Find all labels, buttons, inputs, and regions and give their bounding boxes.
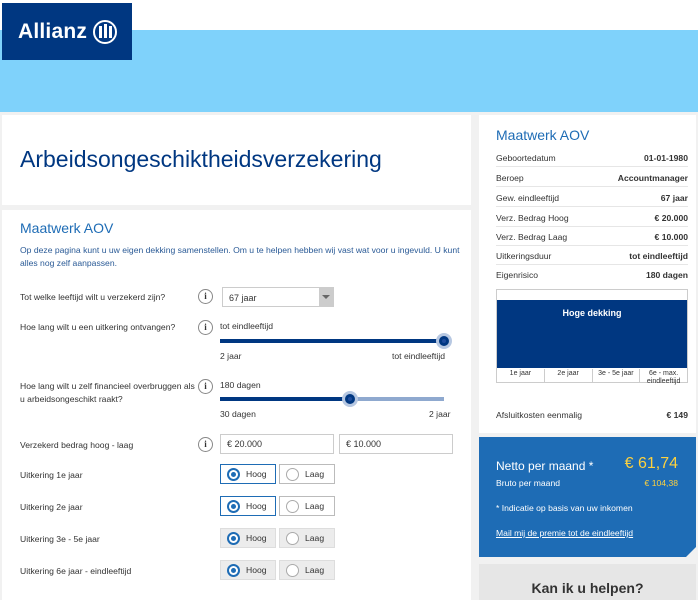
amount-high-input[interactable]: € 20.000 <box>220 434 334 454</box>
summary-row: Beroep Accountmanager <box>496 169 688 187</box>
payout-2-low-option[interactable]: Laag <box>279 496 335 516</box>
page-title: Arbeidsongeschiktheidsverzekering <box>20 146 382 172</box>
benefit-duration-max: tot eindleeftijd <box>392 351 446 361</box>
radio-icon <box>286 563 299 577</box>
payout-label: Uitkering 6e jaar - eindleeftijd <box>20 566 132 576</box>
benefit-duration-handle[interactable] <box>436 333 452 349</box>
coverage-label: Hoge dekking <box>562 308 622 318</box>
corner-fold <box>686 547 696 557</box>
age-select-value: 67 jaar <box>229 293 257 303</box>
info-icon[interactable]: i <box>198 320 213 335</box>
configurator-panel: Maatwerk AOV Op deze pagina kunt u uw ei… <box>2 210 471 600</box>
help-title: Kan ik u helpen? <box>531 580 644 596</box>
coverage-chart: Hoge dekking 1e jaar 2e jaar 3e - 5e jaa… <box>496 289 688 385</box>
net-premium-label: Netto per maand * <box>496 459 594 473</box>
gross-premium-value: € 104,38 <box>644 478 678 488</box>
radio-icon <box>286 467 299 481</box>
waiting-period-max: 2 jaar <box>429 409 451 419</box>
amount-low-input[interactable]: € 10.000 <box>339 434 453 454</box>
summary-row: Verz. Bedrag Laag € 10.000 <box>496 228 688 246</box>
option-label: Laag <box>305 501 325 511</box>
premium-note: * Indicatie op basis van uw inkomen <box>496 503 633 513</box>
age-select[interactable]: 67 jaar <box>222 287 334 307</box>
info-icon[interactable]: i <box>198 379 213 394</box>
help-panel[interactable]: Kan ik u helpen? <box>479 564 696 600</box>
summary-row: Geboortedatum 01-01-1980 <box>496 149 688 167</box>
payout-1-low-option[interactable]: Laag <box>279 464 335 484</box>
option-label: Laag <box>305 533 325 543</box>
payout-2-high-option[interactable]: Hoog <box>220 496 276 516</box>
mail-premium-link[interactable]: Mail mij de premie tot de eindleeftijd <box>496 528 633 538</box>
logo-text: Allianz <box>18 19 88 43</box>
payout-label: Uitkering 1e jaar <box>20 470 83 480</box>
payout-4-high-option: Hoog <box>220 560 276 580</box>
radio-icon <box>286 499 299 513</box>
payout-label: Uitkering 2e jaar <box>20 502 83 512</box>
premium-panel: Netto per maand * € 61,74 Bruto per maan… <box>479 437 696 557</box>
intro-text: Op deze pagina kunt u uw eigen dekking s… <box>20 245 460 268</box>
allianz-logo[interactable]: Allianz <box>2 3 132 60</box>
summary-row: Verz. Bedrag Hoog € 20.000 <box>496 209 688 227</box>
closing-cost-value: € 149 <box>666 410 688 420</box>
radio-icon <box>227 467 240 481</box>
payout-3-low-option: Laag <box>279 528 335 548</box>
waiting-period-label: Hoe lang wilt u zelf financieel overbrug… <box>20 381 195 404</box>
waiting-period-fill <box>220 397 350 401</box>
radio-icon <box>286 531 299 545</box>
payout-label: Uitkering 3e - 5e jaar <box>20 534 100 544</box>
summary-panel: Maatwerk AOV Geboortedatum 01-01-1980 Ber… <box>479 115 696 433</box>
option-label: Laag <box>305 565 325 575</box>
period-label: 6e - max. eindleeftijd <box>639 369 687 385</box>
payout-1-high-option[interactable]: Hoog <box>220 464 276 484</box>
summary-row: Uitkeringsduur tot eindleeftijd <box>496 247 688 265</box>
waiting-period-handle[interactable] <box>342 391 358 407</box>
info-icon[interactable]: i <box>198 289 213 304</box>
section-title: Maatwerk AOV <box>20 220 114 236</box>
period-label: 2e jaar <box>543 369 592 383</box>
payout-4-low-option: Laag <box>279 560 335 580</box>
age-label: Tot welke leeftijd wilt u verzekerd zijn… <box>20 292 166 302</box>
info-icon[interactable]: i <box>198 437 213 452</box>
option-label: Laag <box>305 469 325 479</box>
chevron-down-icon <box>319 288 333 306</box>
period-label: 3e - 5e jaar <box>591 369 640 383</box>
benefit-duration-fill <box>220 339 444 343</box>
title-panel: Arbeidsongeschiktheidsverzekering <box>2 115 471 205</box>
radio-icon <box>227 563 240 577</box>
logo-mark-icon <box>93 19 118 44</box>
summary-title: Maatwerk AOV <box>496 127 590 143</box>
option-label: Hoog <box>246 501 267 511</box>
radio-icon <box>227 531 240 545</box>
closing-cost-row: Afsluitkosten eenmalig € 149 <box>496 410 688 420</box>
waiting-period-min: 30 dagen <box>220 409 256 419</box>
period-label: 1e jaar <box>509 370 532 377</box>
benefit-duration-label: Hoe lang wilt u een uitkering ontvangen? <box>20 322 176 332</box>
option-label: Hoog <box>246 533 267 543</box>
net-premium-value: € 61,74 <box>624 455 678 472</box>
payout-3-high-option: Hoog <box>220 528 276 548</box>
gross-premium-label: Bruto per maand <box>496 478 561 488</box>
summary-row: Gew. eindleeftijd 67 jaar <box>496 189 688 207</box>
closing-cost-label: Afsluitkosten eenmalig <box>496 410 582 420</box>
summary-row: Eigenrisico 180 dagen <box>496 270 688 280</box>
waiting-period-value: 180 dagen <box>220 380 261 390</box>
radio-icon <box>227 499 240 513</box>
option-label: Hoog <box>246 469 267 479</box>
coverage-periods: 1e jaar 2e jaar 3e - 5e jaar 6e - max. e… <box>497 369 687 385</box>
benefit-duration-value: tot eindleeftijd <box>220 321 274 331</box>
option-label: Hoog <box>246 565 267 575</box>
insured-amount-label: Verzekerd bedrag hoog - laag <box>20 440 134 450</box>
benefit-duration-min: 2 jaar <box>220 351 242 361</box>
